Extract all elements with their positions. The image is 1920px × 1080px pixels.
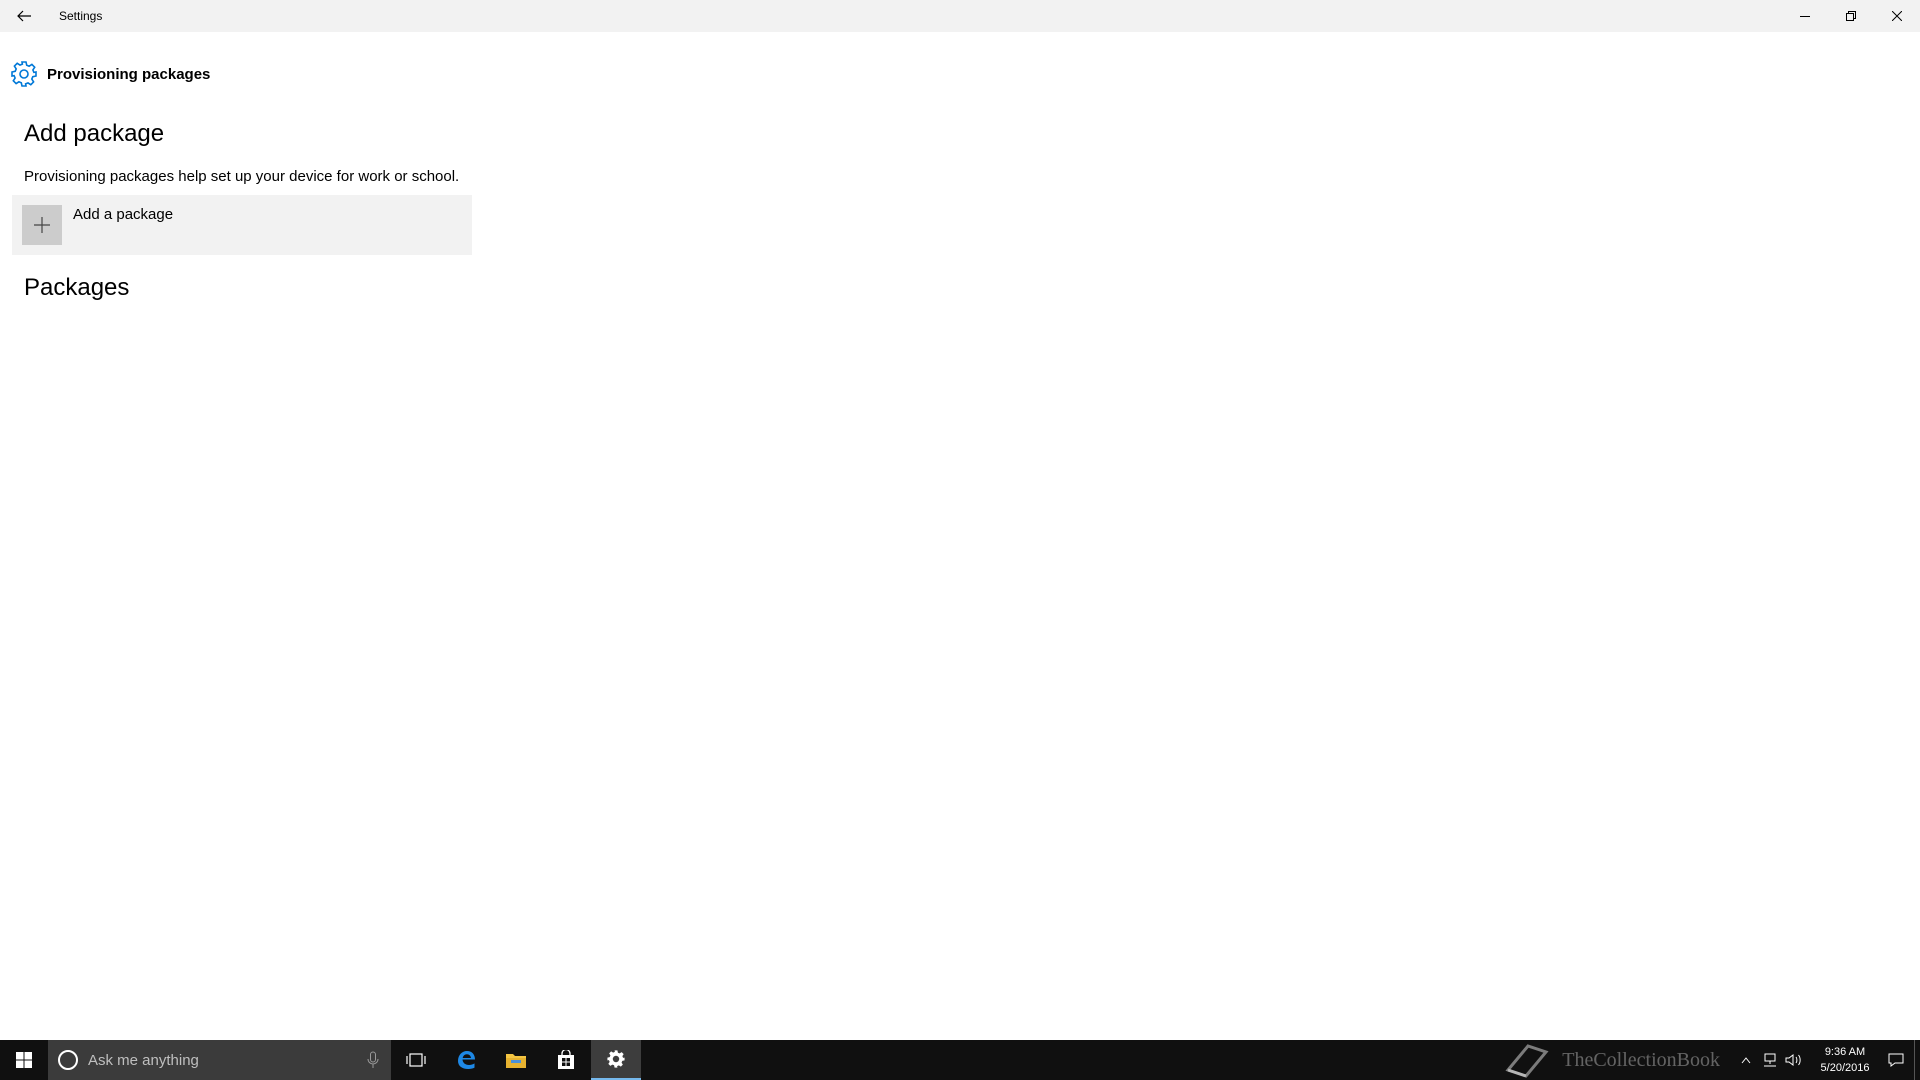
restore-icon	[1846, 11, 1856, 21]
system-tray: 9:36 AM 5/20/2016	[1734, 1040, 1920, 1080]
minimize-icon	[1800, 16, 1810, 17]
store-button[interactable]	[541, 1040, 591, 1080]
edge-icon	[458, 1051, 475, 1069]
add-package-button[interactable]: Add a package	[12, 195, 472, 255]
volume-button[interactable]	[1782, 1040, 1806, 1080]
close-icon	[1892, 11, 1902, 21]
clock-date: 5/20/2016	[1820, 1062, 1870, 1074]
packages-heading: Packages	[24, 274, 130, 301]
back-button[interactable]	[0, 0, 48, 32]
plus-tile	[22, 205, 62, 245]
plus-icon	[34, 217, 50, 233]
settings-gear-icon	[607, 1050, 625, 1068]
show-hidden-icons-button[interactable]	[1734, 1040, 1758, 1080]
chevron-up-icon	[1741, 1057, 1751, 1064]
clock-time: 9:36 AM	[1824, 1046, 1866, 1058]
taskbar: Ask me anything 9:36 AM 5/20/2016	[0, 1040, 1920, 1080]
clock[interactable]: 9:36 AM 5/20/2016	[1806, 1044, 1884, 1076]
windows-logo-icon	[16, 1052, 32, 1068]
cortana-search-box[interactable]: Ask me anything	[48, 1040, 391, 1080]
action-center-button[interactable]	[1884, 1040, 1908, 1080]
page-title: Provisioning packages	[47, 65, 211, 83]
window-title: Settings	[59, 9, 103, 23]
start-button[interactable]	[0, 1040, 48, 1080]
settings-taskbar-button[interactable]	[591, 1040, 641, 1080]
back-arrow-icon	[17, 10, 31, 22]
show-desktop-button[interactable]	[1914, 1040, 1920, 1080]
network-icon	[1764, 1053, 1776, 1067]
restore-button[interactable]	[1828, 0, 1874, 32]
task-view-icon	[406, 1053, 426, 1067]
add-package-label: Add a package	[73, 206, 174, 223]
minimize-button[interactable]	[1782, 0, 1828, 32]
close-button[interactable]	[1874, 0, 1920, 32]
task-view-button[interactable]	[391, 1040, 441, 1080]
file-explorer-button[interactable]	[491, 1040, 541, 1080]
search-placeholder: Ask me anything	[88, 1051, 199, 1069]
speaker-icon	[1785, 1054, 1801, 1066]
notification-icon	[1888, 1053, 1904, 1067]
page-header: Provisioning packages	[10, 60, 210, 88]
microphone-icon[interactable]	[367, 1051, 379, 1069]
add-package-heading: Add package	[24, 120, 165, 147]
cortana-icon	[58, 1050, 78, 1070]
network-button[interactable]	[1758, 1040, 1782, 1080]
add-package-description: Provisioning packages help set up your d…	[24, 168, 460, 185]
edge-button[interactable]	[441, 1040, 491, 1080]
title-bar: Settings	[0, 0, 1920, 32]
window-controls	[1782, 0, 1920, 32]
gear-icon	[11, 61, 37, 87]
store-bag-icon	[558, 1050, 574, 1069]
folder-icon	[506, 1054, 526, 1068]
